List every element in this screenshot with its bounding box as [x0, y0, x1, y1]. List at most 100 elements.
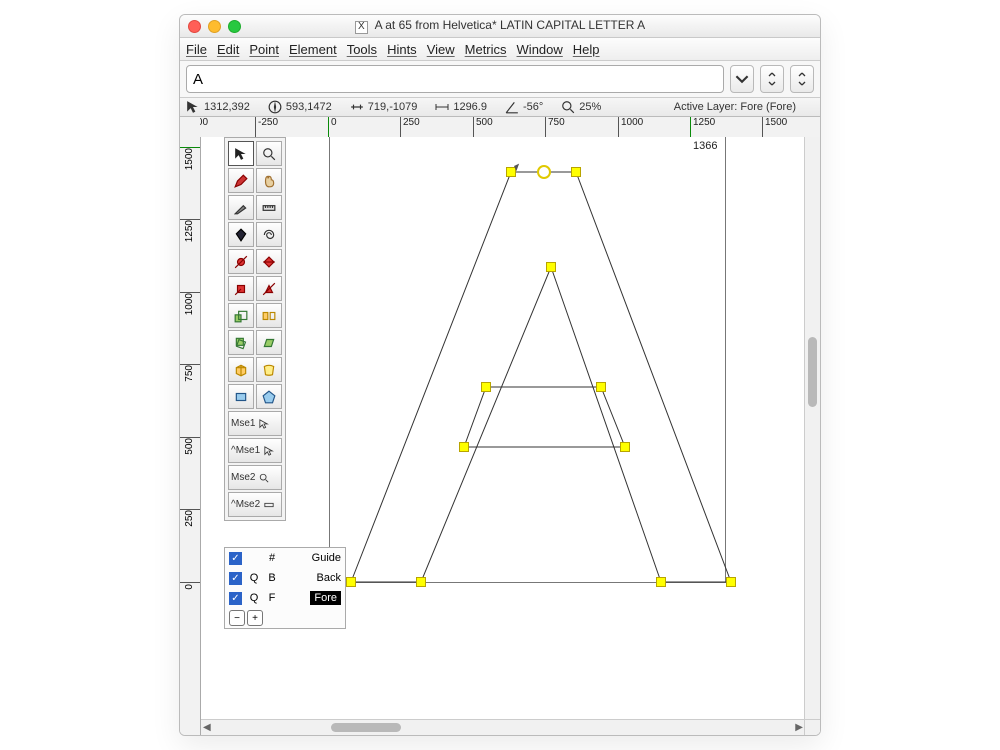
layer-label: Back: [317, 572, 341, 584]
corner-point-tool[interactable]: [228, 276, 254, 301]
ruler-tool[interactable]: [256, 195, 282, 220]
pointer-icon: [234, 147, 248, 161]
pencil-icon: [234, 174, 248, 188]
spiro-tool[interactable]: [256, 222, 282, 247]
menu-hints[interactable]: Hints: [387, 42, 417, 57]
ruler-tick: 1000: [618, 117, 643, 137]
add-layer-button[interactable]: +: [247, 610, 263, 626]
point[interactable]: [459, 442, 469, 452]
rectangle-icon: [234, 390, 248, 404]
status-zoom: 25%: [561, 100, 601, 114]
glyph-history-button[interactable]: [730, 65, 754, 93]
ruler-tick: 1250: [180, 219, 200, 245]
point[interactable]: [656, 577, 666, 587]
glyph-canvas[interactable]: 1366: [201, 137, 820, 735]
freehand-tool[interactable]: [228, 168, 254, 193]
menu-file[interactable]: File: [186, 42, 207, 57]
magnifier-icon: [561, 100, 575, 114]
flip-tool[interactable]: [256, 303, 282, 328]
menu-window[interactable]: Window: [517, 42, 563, 57]
ruler-vertical[interactable]: 1500125010007505002500: [180, 137, 201, 735]
point[interactable]: [346, 577, 356, 587]
point[interactable]: [620, 442, 630, 452]
pen-nib-icon: [234, 228, 248, 242]
up-down-icon: [795, 72, 809, 86]
polygon-tool[interactable]: [256, 384, 282, 409]
point[interactable]: [726, 577, 736, 587]
point[interactable]: [546, 262, 556, 272]
rect-tool[interactable]: [228, 384, 254, 409]
rotate-icon: [234, 336, 248, 350]
layer-row-back[interactable]: ✓ Q B Back: [225, 568, 345, 588]
perspective-tool[interactable]: [228, 357, 254, 382]
layer-label: Guide: [312, 552, 341, 564]
point-start[interactable]: [537, 165, 551, 179]
scrollbar-horizontal[interactable]: ◀ ▶: [201, 719, 805, 735]
hv-curve-icon: [262, 255, 276, 269]
status-angle: -56°: [505, 100, 543, 114]
next-glyph-button[interactable]: [790, 65, 814, 93]
point[interactable]: [416, 577, 426, 587]
hvcurve-point-tool[interactable]: [256, 249, 282, 274]
scale-tool[interactable]: [228, 303, 254, 328]
mouse-binding-1[interactable]: Mse1: [228, 411, 282, 436]
curve-point-tool[interactable]: [228, 249, 254, 274]
mouse-binding-2[interactable]: ^Mse1: [228, 438, 282, 463]
magnifier-icon: [262, 147, 276, 161]
app-window: X A at 65 from Helvetica* LATIN CAPITAL …: [179, 14, 821, 736]
menu-view[interactable]: View: [427, 42, 455, 57]
status-layer: Active Layer: Fore (Fore): [674, 101, 796, 113]
menu-tools[interactable]: Tools: [347, 42, 377, 57]
ruler-tick: 750: [180, 364, 200, 385]
scroll-left-icon[interactable]: ◀: [203, 722, 211, 733]
mouse-binding-4[interactable]: ^Mse2: [228, 492, 282, 517]
chevron-down-icon: [735, 72, 749, 86]
pen-tool[interactable]: [228, 222, 254, 247]
checkbox-icon[interactable]: ✓: [229, 592, 242, 605]
layer-row-guide[interactable]: ✓ # Guide: [225, 548, 345, 568]
point[interactable]: [571, 167, 581, 177]
menu-element[interactable]: Element: [289, 42, 337, 57]
ruler-tick: -500: [200, 117, 208, 137]
glyph-bar: [180, 61, 820, 98]
pointer-tool[interactable]: [228, 141, 254, 166]
glyph-input[interactable]: [186, 65, 724, 93]
zoom-tool[interactable]: [256, 141, 282, 166]
checkbox-icon[interactable]: ✓: [229, 572, 242, 585]
knife-tool[interactable]: [228, 195, 254, 220]
compass-icon: [268, 100, 282, 114]
scroll-right-icon[interactable]: ▶: [795, 722, 803, 733]
tangent-point-icon: [262, 282, 276, 296]
warp-tool[interactable]: [256, 357, 282, 382]
status-cursor: 1312,392: [186, 100, 250, 114]
pentagon-icon: [262, 390, 276, 404]
hand-icon: [262, 174, 276, 188]
point[interactable]: [506, 167, 516, 177]
curve-point-icon: [234, 255, 248, 269]
layer-row-fore[interactable]: ✓ Q F Fore: [225, 588, 345, 608]
rotate-tool[interactable]: [228, 330, 254, 355]
menu-edit[interactable]: Edit: [217, 42, 239, 57]
scrollbar-vertical[interactable]: [804, 137, 820, 719]
hand-tool[interactable]: [256, 168, 282, 193]
point[interactable]: [596, 382, 606, 392]
measure-icon: [350, 100, 364, 114]
status-offset: 719,-1079: [350, 100, 418, 114]
menu-help[interactable]: Help: [573, 42, 600, 57]
prev-glyph-button[interactable]: [760, 65, 784, 93]
ruler-horizontal[interactable]: -500-2500250500750100012501500: [200, 117, 820, 138]
menu-point[interactable]: Point: [249, 42, 279, 57]
checkbox-icon[interactable]: ✓: [229, 552, 242, 565]
point[interactable]: [481, 382, 491, 392]
tangent-point-tool[interactable]: [256, 276, 282, 301]
remove-layer-button[interactable]: −: [229, 610, 245, 626]
mouse-binding-3[interactable]: Mse2: [228, 465, 282, 490]
status-bar: 1312,392 593,1472 719,-1079 1296.9 -56° …: [180, 98, 820, 117]
scrollbar-thumb[interactable]: [331, 723, 401, 732]
ruler-tick: -250: [255, 117, 278, 137]
resize-grip[interactable]: [804, 719, 820, 735]
scrollbar-thumb[interactable]: [808, 337, 817, 407]
skew-tool[interactable]: [256, 330, 282, 355]
ruler-tick: 1500: [180, 147, 200, 173]
menu-metrics[interactable]: Metrics: [465, 42, 507, 57]
